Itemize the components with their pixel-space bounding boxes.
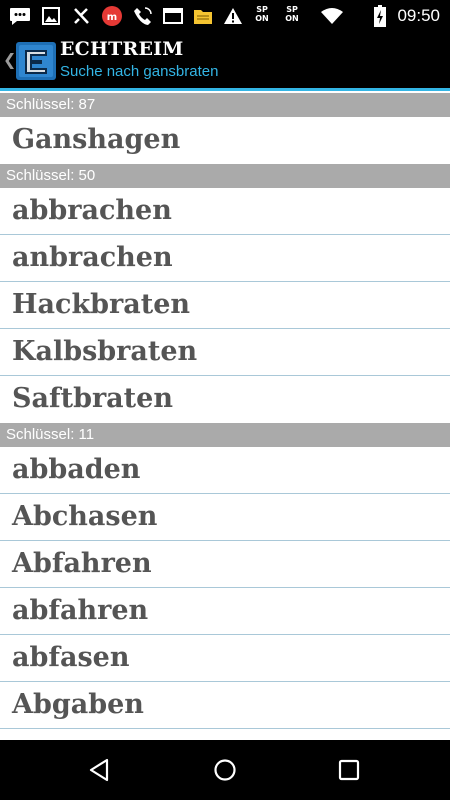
up-navigation-button[interactable]: ❮	[0, 32, 58, 88]
list-item[interactable]: Saftbraten	[0, 376, 450, 423]
section-header: Schlüssel: 87	[0, 93, 450, 117]
back-button[interactable]	[81, 752, 117, 788]
tools-icon	[70, 5, 92, 27]
battery-icon	[372, 5, 388, 27]
wifi-icon	[318, 5, 346, 27]
results-list[interactable]: Schlüssel: 87 Ganshagen Schlüssel: 50 ab…	[0, 93, 450, 740]
list-item[interactable]: Hackbraten	[0, 282, 450, 329]
list-item[interactable]	[0, 729, 450, 740]
sp-on-icon: SP ON	[255, 5, 269, 23]
section-header: Schlüssel: 50	[0, 164, 450, 188]
section-header: Schlüssel: 11	[0, 423, 450, 447]
phone-icon	[132, 5, 154, 27]
list-item[interactable]: Abfahren	[0, 541, 450, 588]
list-item[interactable]: Ganshagen	[0, 117, 450, 164]
svg-text:m: m	[107, 12, 117, 23]
status-bar: m SP ON SP ON 09:50	[0, 0, 450, 32]
list-item[interactable]: abfahren	[0, 588, 450, 635]
navigation-bar	[0, 740, 450, 800]
chevron-left-icon: ❮	[3, 50, 17, 69]
window-icon	[162, 5, 184, 27]
image-icon	[40, 5, 62, 27]
clock-time: 09:50	[397, 6, 440, 25]
chat-icon	[8, 5, 32, 27]
home-button[interactable]	[207, 752, 243, 788]
recent-apps-button[interactable]	[331, 752, 367, 788]
list-item[interactable]: Kalbsbraten	[0, 329, 450, 376]
list-item[interactable]: abbrachen	[0, 188, 450, 235]
app-icon: m	[100, 5, 124, 27]
list-item[interactable]: Abgaben	[0, 682, 450, 729]
list-item[interactable]: Abchasen	[0, 494, 450, 541]
back-icon	[89, 758, 109, 782]
app-title: ECHTREIM	[60, 38, 184, 60]
folder-icon	[192, 5, 214, 27]
screen: m SP ON SP ON 09:50 ❮ ECHTREIM Suche nac…	[0, 0, 450, 800]
recent-apps-icon	[338, 759, 360, 781]
home-icon	[214, 759, 236, 781]
list-item[interactable]: anbrachen	[0, 235, 450, 282]
list-item[interactable]: abbaden	[0, 447, 450, 494]
list-item[interactable]: abfasen	[0, 635, 450, 682]
search-subtitle: Suche nach gansbraten	[60, 63, 219, 80]
action-bar-divider	[0, 88, 450, 91]
warning-icon	[222, 5, 244, 27]
sp-on-icon: SP ON	[285, 5, 299, 23]
